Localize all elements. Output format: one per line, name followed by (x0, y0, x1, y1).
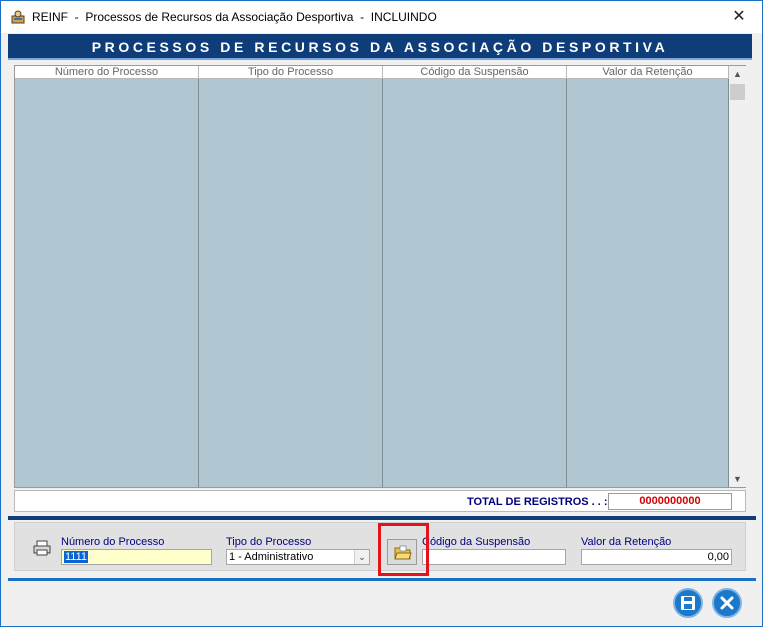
highlight-box (378, 523, 429, 576)
column-header-codigo[interactable]: Código da Suspensão (383, 66, 567, 79)
page-banner: PROCESSOS DE RECURSOS DA ASSOCIAÇÃO DESP… (8, 34, 752, 60)
page-title: PROCESSOS DE RECURSOS DA ASSOCIAÇÃO DESP… (91, 39, 669, 55)
printer-icon[interactable] (32, 540, 52, 556)
grid-column-numero[interactable] (15, 79, 199, 487)
window-title: REINF - Processos de Recursos da Associa… (32, 10, 437, 24)
grid-column-tipo[interactable] (199, 79, 383, 487)
total-records-label: TOTAL DE REGISTROS . . : (467, 496, 608, 508)
close-window-button[interactable]: ✕ (723, 5, 755, 29)
title-bar: REINF - Processos de Recursos da Associa… (1, 1, 762, 33)
records-grid[interactable]: Número do Processo Tipo do Processo Códi… (14, 65, 746, 488)
save-disk-icon (681, 596, 695, 610)
scroll-up-arrow-icon[interactable]: ▲ (729, 66, 746, 82)
cancel-button[interactable] (712, 588, 742, 618)
dialog-window: REINF - Processos de Recursos da Associa… (0, 0, 763, 627)
scroll-down-arrow-icon[interactable]: ▼ (729, 471, 746, 487)
chevron-down-icon[interactable]: ⌄ (354, 550, 369, 564)
reinf-app-icon (11, 10, 25, 24)
column-header-valor[interactable]: Valor da Retenção (567, 66, 729, 79)
numero-processo-field[interactable]: 1111 (61, 549, 212, 565)
footer-divider (8, 578, 756, 581)
section-divider (8, 516, 756, 520)
tipo-processo-value: 1 - Administrativo (229, 551, 314, 563)
grid-header: Número do Processo Tipo do Processo Códi… (15, 66, 729, 79)
column-header-tipo[interactable]: Tipo do Processo (199, 66, 383, 79)
codigo-suspensao-field[interactable] (422, 549, 566, 565)
valor-retencao-field[interactable]: 0,00 (581, 549, 732, 565)
tipo-processo-label: Tipo do Processo (226, 536, 312, 548)
tipo-processo-select[interactable]: 1 - Administrativo ⌄ (226, 549, 370, 565)
grid-vertical-scrollbar[interactable]: ▲ ▼ (729, 66, 746, 487)
totals-bar: TOTAL DE REGISTROS . . : 0000000000 (14, 490, 746, 512)
grid-column-valor[interactable] (567, 79, 729, 487)
grid-column-codigo[interactable] (383, 79, 567, 487)
column-header-numero[interactable]: Número do Processo (15, 66, 199, 79)
numero-processo-value: 1111 (64, 551, 89, 563)
numero-processo-label: Número do Processo (61, 536, 165, 548)
close-x-icon (720, 596, 734, 610)
codigo-suspensao-label: Código da Suspensão (422, 536, 531, 548)
total-records-value: 0000000000 (608, 493, 732, 510)
scrollbar-thumb[interactable] (730, 84, 745, 100)
valor-retencao-label: Valor da Retenção (581, 536, 672, 548)
save-button[interactable] (673, 588, 703, 618)
